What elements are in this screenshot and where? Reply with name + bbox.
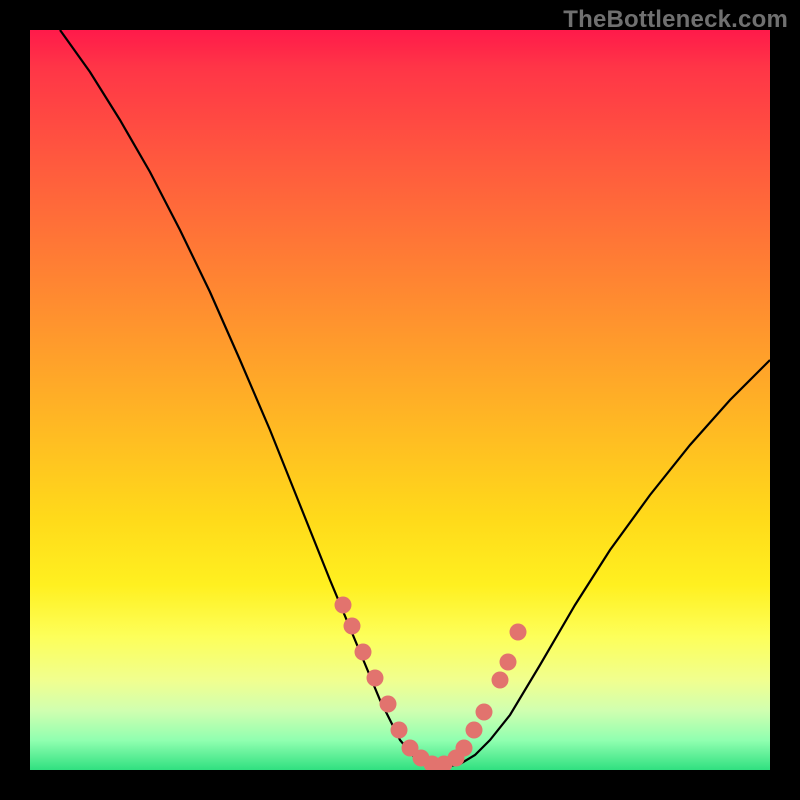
watermark-text: TheBottleneck.com xyxy=(563,6,788,34)
plot-area xyxy=(30,30,770,770)
